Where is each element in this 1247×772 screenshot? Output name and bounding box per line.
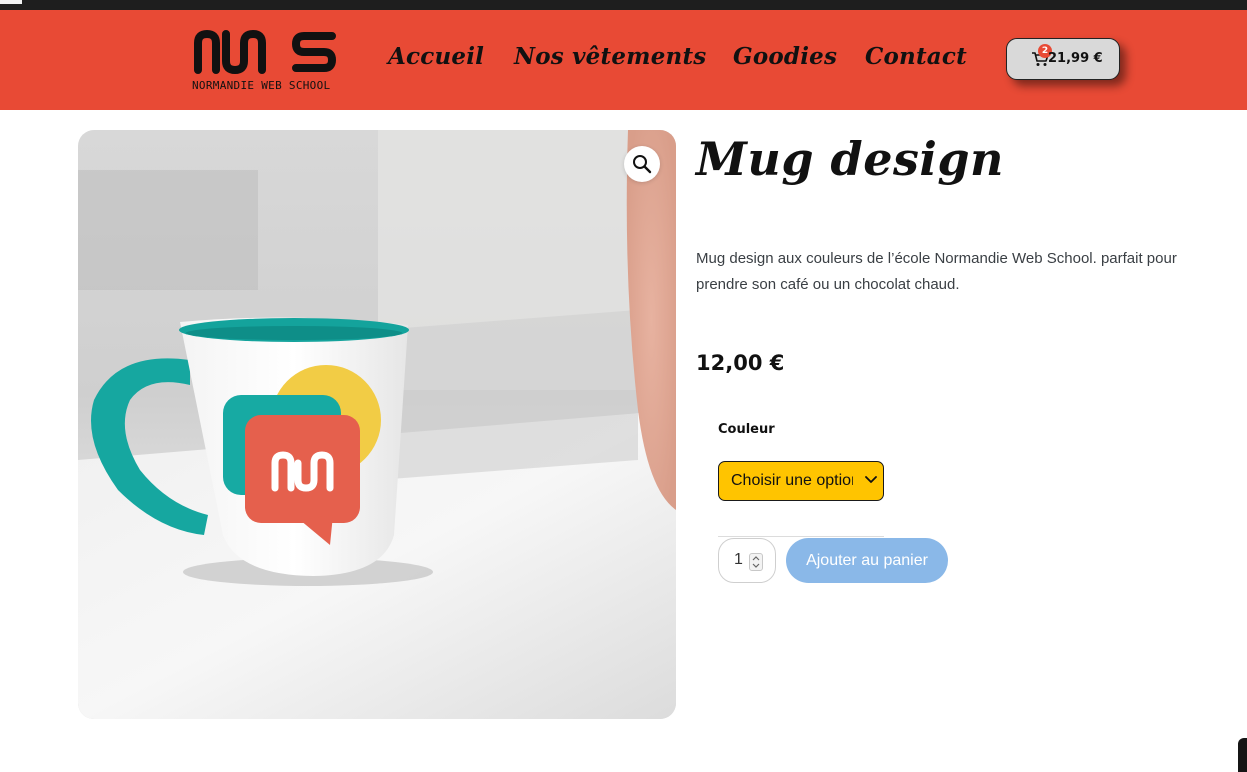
site-logo[interactable]: NORMANDIE WEB SCHOOL	[192, 28, 352, 94]
site-header: NORMANDIE WEB SCHOOL Accueil Nos vêtemen…	[0, 10, 1247, 110]
product-image[interactable]	[78, 130, 676, 719]
divider	[718, 536, 884, 537]
mug-photo	[78, 130, 676, 719]
variation-label: Couleur	[718, 422, 775, 437]
nav-item-goodies[interactable]: Goodies	[733, 43, 837, 70]
add-to-cart-button[interactable]: Ajouter au panier	[786, 538, 948, 583]
nav-item-contact[interactable]: Contact	[865, 43, 967, 70]
quantity-value: 1	[734, 551, 743, 568]
add-to-cart-label: Ajouter au panier	[806, 552, 928, 569]
logo-subtitle: NORMANDIE WEB SCHOOL	[192, 79, 331, 92]
quantity-stepper[interactable]: 1	[718, 538, 776, 583]
nws-logo-mark	[194, 30, 336, 74]
product-price: 12,00 €	[696, 351, 785, 375]
cart-button[interactable]: 2 21,99 €	[1006, 38, 1120, 80]
zoom-button[interactable]	[624, 146, 660, 182]
quantity-spinner[interactable]	[749, 553, 763, 571]
chevron-down-icon	[865, 476, 877, 483]
nav-item-accueil[interactable]: Accueil	[388, 43, 484, 70]
color-select-value: Choisir une option	[731, 472, 853, 489]
search-icon	[633, 155, 652, 174]
nav-item-nos-vetements[interactable]: Nos vêtements	[514, 43, 706, 70]
product-title: Mug design	[696, 132, 1004, 186]
page-corner-element	[1238, 738, 1247, 772]
browser-top-strip	[0, 0, 1247, 10]
cart-total: 21,99 €	[1048, 51, 1103, 66]
product-description: Mug design aux couleurs de l’école Norma…	[696, 250, 1177, 293]
spinner-arrows-icon	[752, 556, 760, 568]
color-select[interactable]: Choisir une option	[718, 461, 884, 501]
